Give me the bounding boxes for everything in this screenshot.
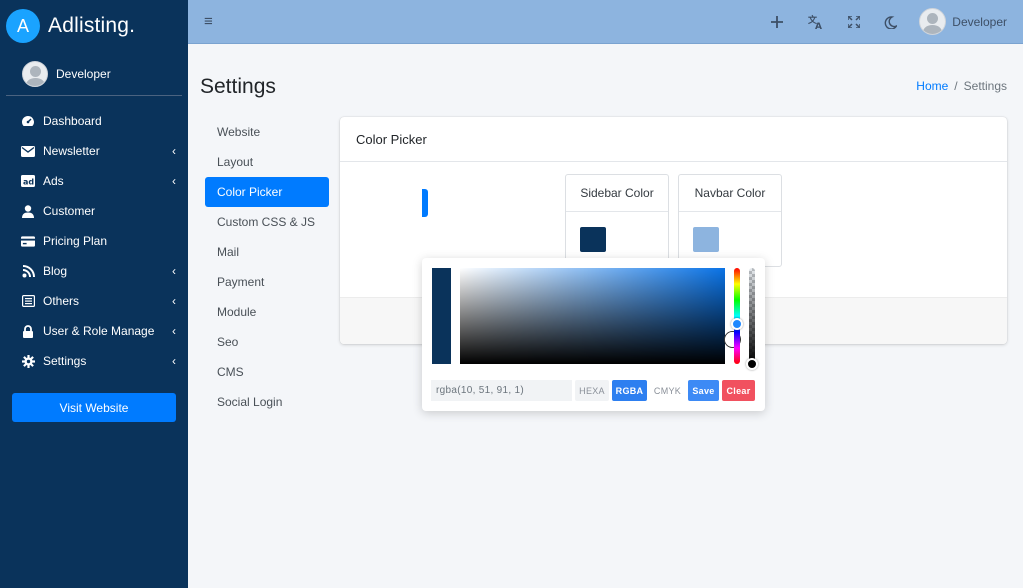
chevron-left-icon: ‹	[172, 264, 176, 278]
expand-icon[interactable]	[844, 12, 864, 32]
moon-icon[interactable]	[880, 12, 900, 32]
svg-text:A: A	[815, 22, 822, 30]
sidebar-item-label: Pricing Plan	[43, 234, 108, 248]
breadcrumb-separator: /	[954, 79, 958, 93]
card-title: Color Picker	[340, 117, 1007, 162]
settings-tab-custom-css-js[interactable]: Custom CSS & JS	[205, 207, 329, 237]
navbar-color-box: Navbar Color	[678, 174, 782, 267]
cmyk-mode-button[interactable]: CMYK	[650, 380, 685, 401]
color-value-input[interactable]	[431, 380, 572, 401]
sidebar-item-ads[interactable]: ad Ads ‹	[0, 166, 188, 196]
chevron-left-icon: ‹	[172, 174, 176, 188]
breadcrumb-current: Settings	[963, 79, 1007, 93]
sidebar-item-label: Blog	[43, 264, 68, 278]
settings-tab-layout[interactable]: Layout	[205, 147, 329, 177]
page-title: Settings	[200, 75, 276, 98]
hamburger-icon[interactable]: ≡	[204, 13, 213, 30]
user-icon	[21, 204, 35, 218]
sidebar-item-label: Others	[43, 294, 80, 308]
sidebar-item-label: Customer	[43, 204, 96, 218]
sidebar-item-label: Ads	[43, 174, 64, 188]
save-button[interactable]: Save	[688, 380, 719, 401]
settings-tab-website[interactable]: Website	[205, 117, 329, 147]
navbar-color-swatch[interactable]	[693, 227, 719, 252]
sidebar-item-label: User & Role Manage	[43, 324, 155, 338]
sidebar-color-label: Sidebar Color	[566, 175, 668, 212]
chevron-left-icon: ‹	[172, 294, 176, 308]
clear-button[interactable]: Clear	[722, 380, 755, 401]
sidebar-item-user-role-manage[interactable]: User & Role Manage ‹	[0, 316, 188, 346]
svg-text:ad: ad	[23, 178, 34, 187]
hexa-mode-button[interactable]: HEXA	[575, 380, 609, 401]
sidebar-item-others[interactable]: Others ‹	[0, 286, 188, 316]
lock-icon	[21, 324, 35, 338]
rgba-mode-button[interactable]: RGBA	[612, 380, 647, 401]
top-navbar: ≡ 文A Developer	[188, 0, 1023, 44]
settings-tab-mail[interactable]: Mail	[205, 237, 329, 267]
sidebar-item-pricing-plan[interactable]: Pricing Plan	[0, 226, 188, 256]
brand-logo: A	[6, 9, 40, 43]
color-picker-popup: HEXA RGBA CMYK Save Clear	[422, 258, 765, 411]
settings-tab-payment[interactable]: Payment	[205, 267, 329, 297]
plus-icon[interactable]	[767, 12, 787, 32]
sidebar-item-dashboard[interactable]: Dashboard	[0, 106, 188, 136]
chevron-left-icon: ‹	[172, 144, 176, 158]
submit-button[interactable]	[422, 189, 428, 217]
visit-website-button[interactable]: Visit Website	[12, 393, 176, 422]
translate-icon[interactable]: 文A	[806, 12, 826, 32]
sidebar-nav: Dashboard Newsletter ‹ ad Ads ‹ Customer	[0, 106, 188, 376]
credit-card-icon	[21, 234, 35, 248]
top-user-name: Developer	[952, 14, 1007, 29]
settings-tab-module[interactable]: Module	[205, 297, 329, 327]
settings-tab-seo[interactable]: Seo	[205, 327, 329, 357]
chevron-left-icon: ‹	[172, 324, 176, 338]
sidebar-item-label: Settings	[43, 354, 87, 368]
breadcrumb: Home / Settings	[916, 79, 1007, 93]
sidebar-item-customer[interactable]: Customer	[0, 196, 188, 226]
sidebar-item-label: Dashboard	[43, 114, 102, 128]
list-icon	[21, 294, 35, 308]
blog-icon	[21, 264, 35, 278]
envelope-icon	[21, 144, 35, 158]
color-preview	[432, 268, 451, 364]
sidebar-item-newsletter[interactable]: Newsletter ‹	[0, 136, 188, 166]
settings-tab-social-login[interactable]: Social Login	[205, 387, 329, 417]
gear-icon	[21, 354, 35, 368]
sidebar-user-name: Developer	[56, 66, 111, 81]
brand[interactable]: A Adlisting.	[0, 0, 188, 52]
top-user-menu[interactable]: Developer	[919, 8, 1007, 35]
sidebar-item-settings[interactable]: Settings ‹	[0, 346, 188, 376]
sidebar-color-swatch[interactable]	[580, 227, 606, 252]
settings-tab-cms[interactable]: CMS	[205, 357, 329, 387]
chevron-left-icon: ‹	[172, 354, 176, 368]
user-panel[interactable]: Developer	[6, 52, 182, 96]
navbar-color-label: Navbar Color	[679, 175, 781, 212]
color-palette[interactable]	[460, 268, 740, 364]
dashboard-icon	[21, 114, 35, 128]
hue-slider-handle[interactable]	[731, 318, 743, 330]
avatar	[919, 8, 947, 35]
hue-slider[interactable]	[734, 268, 740, 364]
avatar	[22, 60, 48, 87]
sidebar: A Adlisting. Developer Dashboard Newslet…	[0, 0, 188, 588]
opacity-slider[interactable]	[749, 268, 755, 364]
ad-icon: ad	[21, 174, 35, 188]
sidebar-color-box: Sidebar Color	[565, 174, 669, 267]
brand-name: Adlisting.	[48, 14, 136, 37]
sidebar-item-blog[interactable]: Blog ‹	[0, 256, 188, 286]
settings-menu: Website Layout Color Picker Custom CSS &…	[205, 117, 329, 417]
settings-tab-color-picker[interactable]: Color Picker	[205, 177, 329, 207]
breadcrumb-home-link[interactable]: Home	[916, 79, 948, 93]
opacity-slider-handle[interactable]	[746, 358, 758, 370]
sidebar-item-label: Newsletter	[43, 144, 100, 158]
